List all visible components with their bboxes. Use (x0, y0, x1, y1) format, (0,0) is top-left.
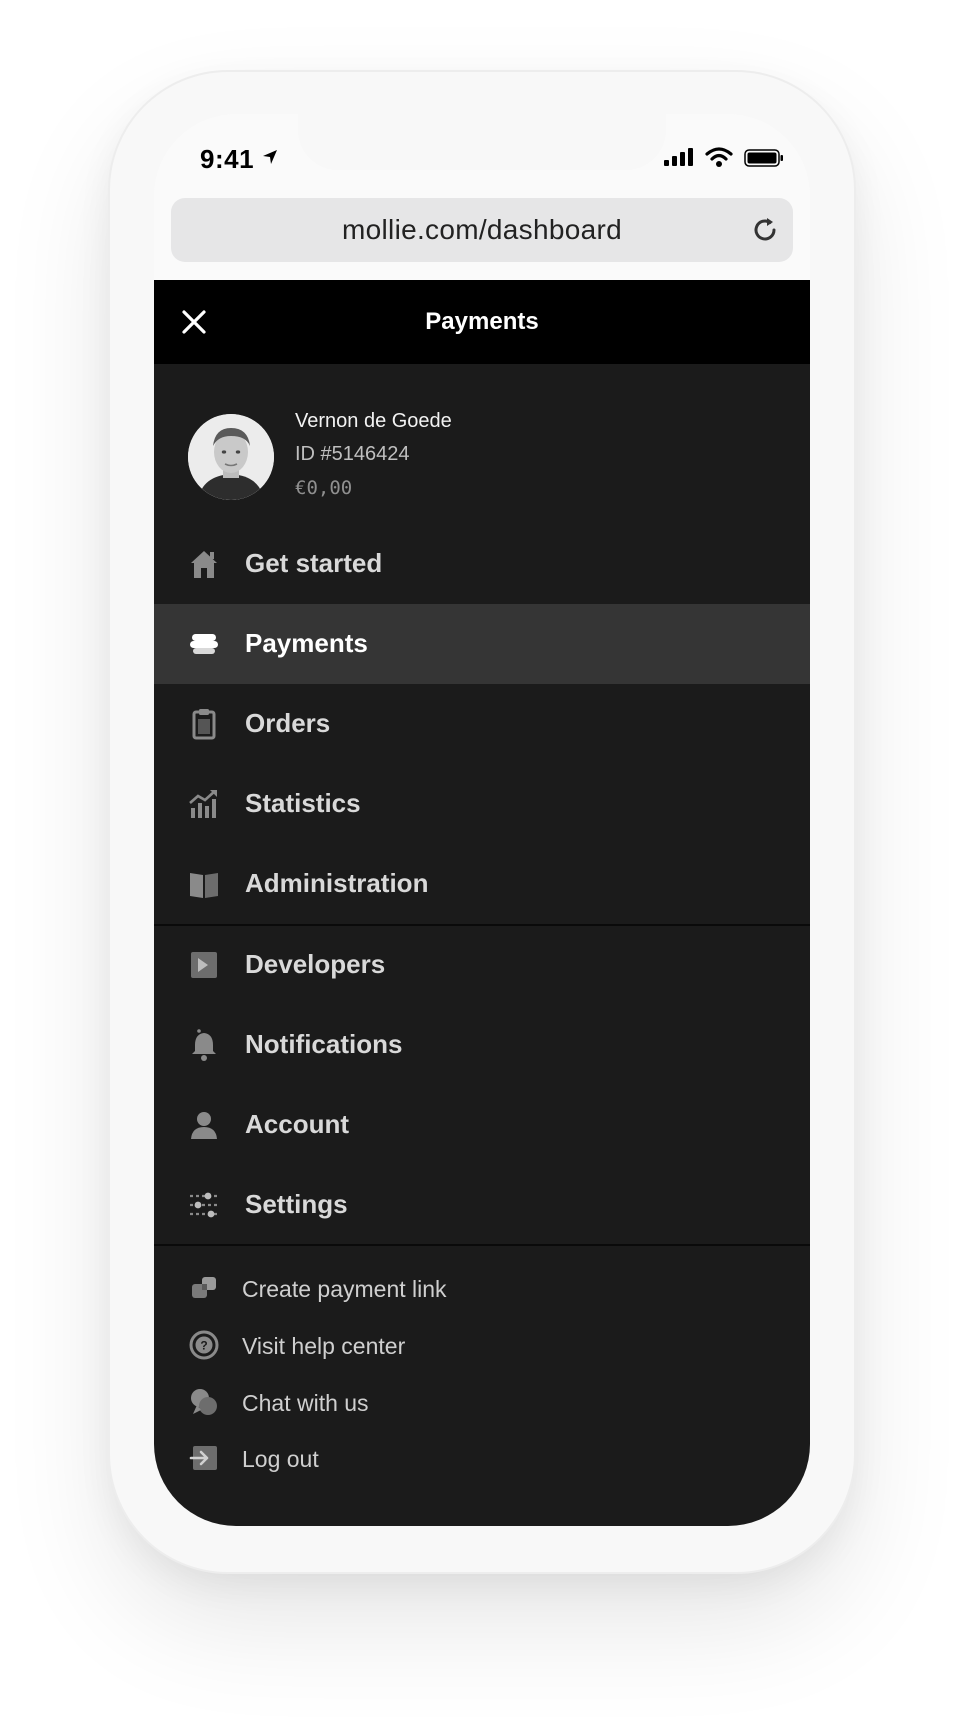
menu-item-payments[interactable]: Payments (154, 604, 810, 684)
menu-item-log-out[interactable]: Log out (154, 1427, 810, 1489)
wifi-icon (705, 147, 733, 167)
menu-item-label: Account (245, 1109, 349, 1139)
profile-balance: €0,00 (295, 477, 353, 499)
menu-divider (154, 1244, 810, 1246)
drawer-header: Payments (154, 280, 810, 364)
location-arrow-icon (263, 150, 277, 164)
user-profile[interactable]: Vernon de Goede ID #5146424 €0,00 (154, 364, 810, 524)
phone-frame: 9:41 mollie.com/dashboard Payments Verno… (110, 72, 854, 1572)
book-icon (190, 873, 218, 898)
battery-icon (744, 149, 783, 167)
reload-icon[interactable] (749, 214, 781, 246)
phone-notch (298, 114, 666, 170)
terminal-icon (191, 952, 217, 978)
menu-item-visit-help-center[interactable]: ? Visit help center (154, 1314, 810, 1376)
menu-item-label: Payments (245, 628, 368, 658)
profile-name: Vernon de Goede (295, 410, 452, 432)
menu-item-label: Get started (245, 548, 383, 578)
navigation-drawer: Payments Vernon de Goede ID #5146424 €0,… (154, 280, 810, 1526)
link-icon (192, 1277, 216, 1298)
menu-item-label: Create payment link (242, 1276, 447, 1302)
cellular-signal-icon (664, 148, 693, 166)
menu-item-label: Administration (245, 868, 429, 898)
menu-item-developers[interactable]: Developers (154, 925, 810, 1005)
help-icon: ? (189, 1330, 219, 1360)
chat-icon (191, 1389, 217, 1415)
menu-item-label: Statistics (245, 788, 361, 818)
home-icon (191, 551, 217, 578)
menu-item-label: Visit help center (242, 1333, 406, 1359)
clipboard-icon (192, 709, 216, 740)
logout-icon (189, 1446, 217, 1470)
menu-item-label: Orders (245, 708, 331, 738)
bell-icon (192, 1029, 216, 1061)
menu-item-label: Log out (242, 1446, 319, 1472)
menu-item-settings[interactable]: Settings (154, 1165, 810, 1245)
chart-icon (189, 790, 217, 818)
address-bar-url: mollie.com/dashboard (342, 214, 622, 245)
menu-item-label: Notifications (245, 1029, 403, 1059)
menu-item-label: Chat with us (242, 1390, 369, 1416)
menu-item-notifications[interactable]: Notifications (154, 1005, 810, 1085)
browser-address-bar[interactable]: mollie.com/dashboard (171, 198, 793, 262)
profile-id: ID #5146424 (295, 443, 410, 465)
menu-item-statistics[interactable]: Statistics (154, 764, 810, 844)
menu-item-label: Settings (245, 1189, 348, 1219)
menu-item-orders[interactable]: Orders (154, 684, 810, 764)
menu-item-create-payment-link[interactable]: Create payment link (154, 1257, 810, 1319)
svg-text:?: ? (200, 1339, 207, 1353)
user-icon (191, 1112, 217, 1139)
sliders-icon (190, 1192, 218, 1218)
status-time: 9:41 (200, 144, 255, 174)
menu-item-account[interactable]: Account (154, 1085, 810, 1165)
avatar (188, 414, 274, 500)
phone-screen: 9:41 mollie.com/dashboard Payments Verno… (154, 114, 810, 1526)
menu-item-chat-with-us[interactable]: Chat with us (154, 1371, 810, 1433)
menu-item-administration[interactable]: Administration (154, 844, 810, 924)
menu-item-label: Developers (245, 949, 386, 979)
page-title: Payments (425, 308, 539, 335)
payments-icon (190, 634, 218, 654)
menu-item-get-started[interactable]: Get started (154, 524, 810, 604)
